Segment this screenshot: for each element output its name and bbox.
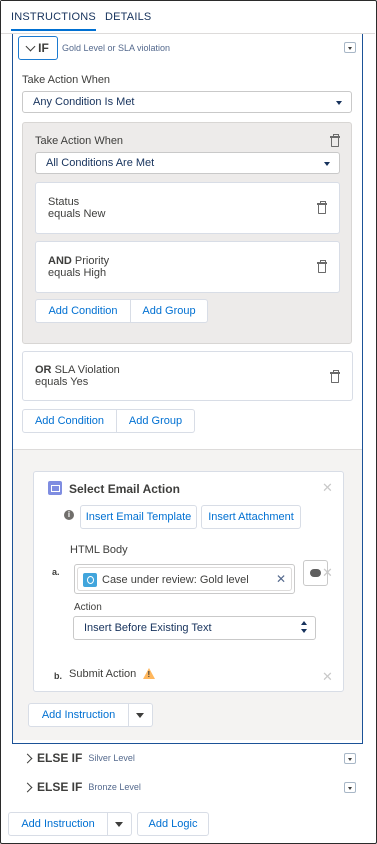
condition-field: SLA Violation: [54, 364, 120, 376]
condition-operator: AND: [48, 255, 72, 267]
condition-line: OR SLA Violation: [35, 364, 120, 376]
else-if-title: Bronze Level: [88, 782, 141, 792]
group-take-action-select[interactable]: All Conditions Are Met: [35, 152, 340, 174]
inner-add-instruction-menu[interactable]: [129, 703, 153, 727]
action-label: Action: [74, 602, 102, 613]
else-if-bronze[interactable]: ELSE IF Bronze Level: [22, 780, 141, 794]
add-instruction-menu[interactable]: [108, 812, 132, 836]
close-icon[interactable]: ✕: [322, 670, 333, 683]
trash-icon[interactable]: [317, 260, 327, 273]
trash-icon[interactable]: [330, 134, 340, 147]
else-if-title: Silver Level: [88, 753, 135, 763]
take-action-value: Any Condition Is Met: [33, 96, 135, 108]
if-menu-button[interactable]: [344, 42, 356, 53]
close-icon[interactable]: ✕: [322, 481, 333, 494]
inner-add-instruction-button[interactable]: Add Instruction: [28, 703, 129, 727]
group-take-action-label: Take Action When: [35, 135, 124, 147]
insert-email-template-button[interactable]: Insert Email Template: [80, 505, 197, 529]
condition-card[interactable]: Status equals New: [35, 182, 340, 234]
else-if-menu-button[interactable]: [344, 782, 356, 793]
if-toggle-button[interactable]: IF: [18, 36, 58, 60]
dropdown-caret-icon: [324, 162, 330, 166]
chevron-right-icon: [22, 782, 33, 792]
chevron-right-icon: [22, 753, 33, 763]
group-add-group-button[interactable]: Add Group: [131, 299, 208, 323]
warning-icon: !: [143, 668, 155, 679]
action-select[interactable]: Insert Before Existing Text: [73, 616, 316, 640]
step-a-label: a.: [52, 567, 60, 577]
info-icon: i: [64, 510, 74, 520]
email-icon: [48, 481, 62, 495]
take-action-select[interactable]: Any Condition Is Met: [22, 91, 352, 113]
action-value: Insert Before Existing Text: [84, 622, 212, 634]
trash-icon[interactable]: [317, 201, 327, 214]
tab-details[interactable]: DETAILS: [105, 11, 151, 23]
chat-icon: [310, 569, 321, 577]
if-keyword: IF: [38, 41, 49, 55]
add-logic-button[interactable]: Add Logic: [137, 812, 209, 836]
group-add-condition-button[interactable]: Add Condition: [35, 299, 131, 323]
submit-action-label: Submit Action: [69, 668, 137, 680]
add-group-button[interactable]: Add Group: [117, 409, 195, 433]
tab-bar: INSTRUCTIONS DETAILS: [1, 1, 375, 34]
step-b-label: b.: [54, 671, 62, 681]
condition-criteria: equals New: [48, 208, 106, 220]
condition-card-or[interactable]: OR SLA Violation equals Yes: [22, 351, 353, 401]
trash-icon[interactable]: [330, 370, 340, 383]
dropdown-caret-icon: [115, 822, 123, 827]
html-body-label: HTML Body: [70, 544, 128, 556]
condition-field: Priority: [74, 255, 110, 267]
condition-operator: OR: [35, 364, 52, 376]
condition-card[interactable]: AND Priority equals High: [35, 241, 340, 293]
close-icon[interactable]: ✕: [276, 572, 286, 586]
chevron-down-icon: [25, 41, 36, 51]
else-if-menu-button[interactable]: [344, 753, 356, 764]
condition-line: AND Priority: [48, 255, 109, 267]
insert-attachment-button[interactable]: Insert Attachment: [201, 505, 301, 529]
dropdown-caret-icon: [136, 713, 144, 718]
email-action-title: Select Email Action: [69, 482, 180, 496]
take-action-label: Take Action When: [22, 74, 111, 86]
close-icon[interactable]: ✕: [322, 566, 333, 579]
else-if-keyword: ELSE IF: [37, 780, 83, 794]
else-if-keyword: ELSE IF: [37, 751, 83, 765]
if-title: Gold Level or SLA violation: [62, 43, 171, 53]
tab-instructions[interactable]: INSTRUCTIONS: [11, 11, 96, 31]
condition-criteria: equals High: [48, 267, 107, 279]
condition-field: Status: [48, 196, 80, 208]
html-body-field[interactable]: Case under review: Gold level ✕: [74, 564, 295, 594]
dropdown-caret-icon: [336, 101, 342, 105]
condition-criteria: equals Yes: [35, 376, 89, 388]
add-instruction-button[interactable]: Add Instruction: [8, 812, 108, 836]
template-icon: [83, 573, 97, 587]
else-if-silver[interactable]: ELSE IF Silver Level: [22, 751, 135, 765]
template-pill-label: Case under review: Gold level: [102, 574, 249, 586]
template-pill[interactable]: Case under review: Gold level ✕: [77, 567, 292, 591]
add-condition-button[interactable]: Add Condition: [22, 409, 117, 433]
group-take-action-value: All Conditions Are Met: [46, 157, 155, 169]
